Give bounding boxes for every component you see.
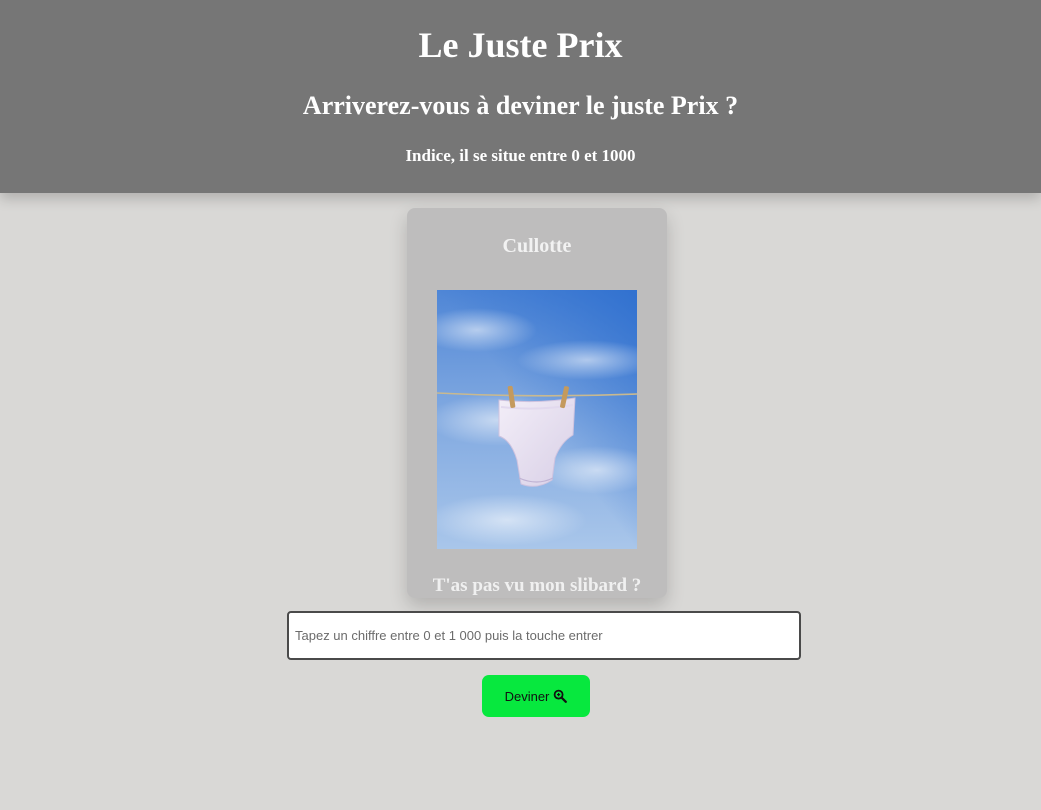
magnifier-icon bbox=[554, 689, 568, 703]
price-guess-input[interactable] bbox=[287, 611, 801, 660]
guess-button-label: Deviner bbox=[504, 688, 550, 704]
product-name: Cullotte bbox=[502, 235, 572, 257]
page-title: Le Juste Prix bbox=[418, 25, 623, 65]
price-hint: Indice, il se situe entre 0 et 1000 bbox=[405, 146, 636, 165]
page-subtitle: Arriverez-vous à deviner le juste Prix ? bbox=[302, 91, 739, 120]
guess-button[interactable]: Deviner bbox=[482, 675, 590, 717]
page-header: Le Juste Prix Arriverez-vous à deviner l… bbox=[0, 0, 1041, 193]
product-caption: T'as pas vu mon slibard ? bbox=[432, 575, 642, 596]
product-card: Cullotte T'as pas vu mon slibard ? bbox=[407, 208, 667, 598]
product-image bbox=[437, 290, 637, 549]
